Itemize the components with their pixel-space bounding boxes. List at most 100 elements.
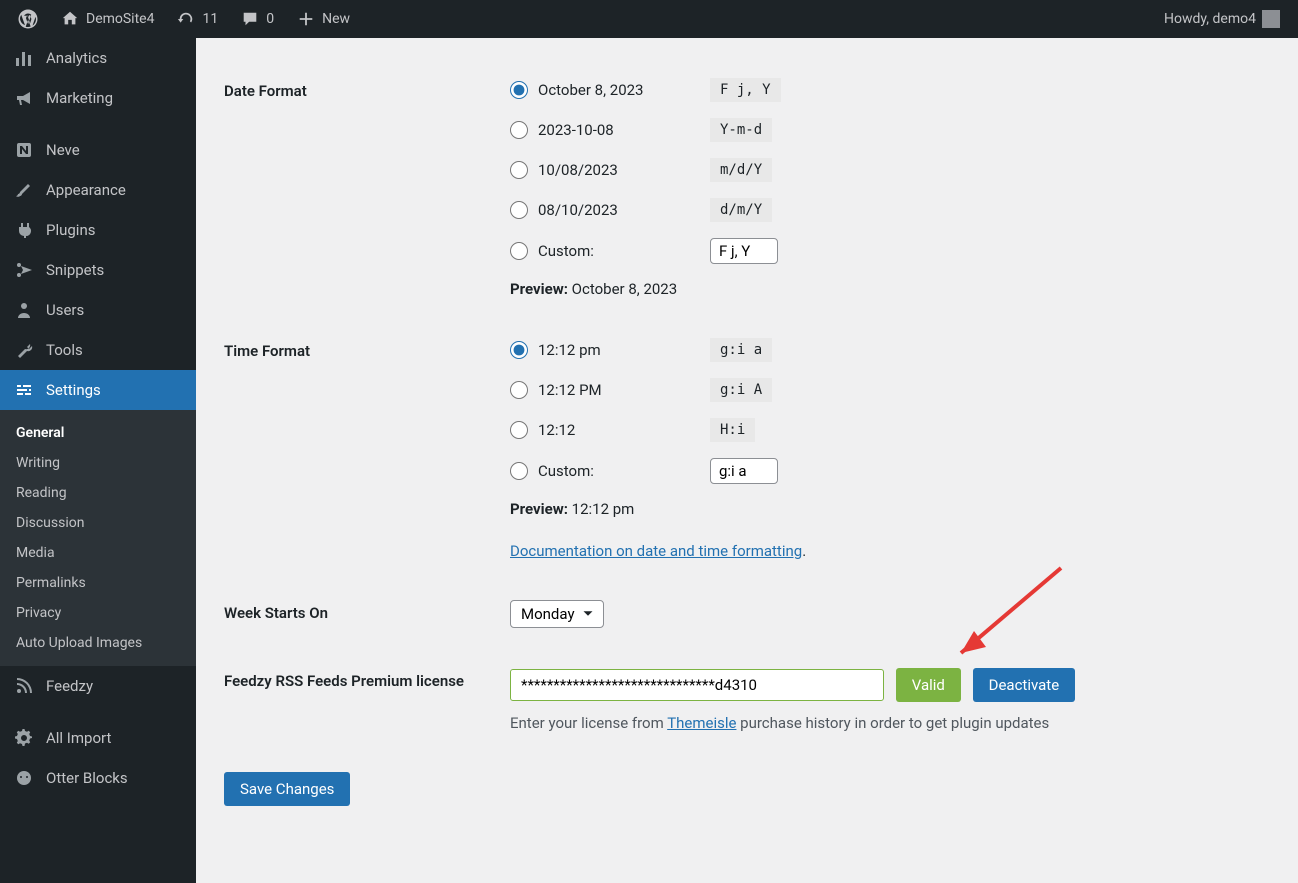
submenu-permalinks[interactable]: Permalinks [0,568,196,598]
admin-bar: DemoSite4 11 0 New Howdy, demo4 [0,0,1298,38]
sidebar-item-appearance[interactable]: Appearance [0,170,196,210]
rss-icon [14,676,34,696]
date-custom-input[interactable] [710,238,778,264]
admin-bar-left: DemoSite4 11 0 New [10,0,358,38]
new-label: New [322,11,350,27]
settings-form: Date Format October 8, 2023F j, Y 2023-1… [224,58,1270,752]
sidebar-item-snippets[interactable]: Snippets [0,250,196,290]
sidebar-item-allimport[interactable]: All Import [0,718,196,758]
date-radio-2[interactable] [510,161,528,179]
comments-count: 0 [266,11,274,27]
deactivate-button[interactable]: Deactivate [973,668,1076,702]
doc-link[interactable]: Documentation on date and time formattin… [510,542,802,560]
brush-icon [14,180,34,200]
time-opt-code: g:i a [710,338,772,362]
submenu-general[interactable]: General [0,418,196,448]
date-opt-code: d/m/Y [710,198,772,222]
sidebar-item-settings[interactable]: Settings [0,370,196,410]
date-opt-label: 2023-10-08 [538,121,614,139]
time-opt-custom[interactable]: Custom: [510,462,710,480]
submenu-reading[interactable]: Reading [0,478,196,508]
time-opt-code: H:i [710,418,755,442]
date-opt-3[interactable]: 08/10/2023 [510,201,710,219]
submenu-media[interactable]: Media [0,538,196,568]
sliders-icon [14,380,34,400]
date-opt-2[interactable]: 10/08/2023 [510,161,710,179]
sidebar-item-neve[interactable]: Neve [0,130,196,170]
submenu-auto-upload[interactable]: Auto Upload Images [0,628,196,658]
time-custom-input[interactable] [710,458,778,484]
themeisle-link[interactable]: Themeisle [667,714,736,732]
date-format-heading: Date Format [224,58,500,318]
sidebar-item-analytics[interactable]: Analytics [0,38,196,78]
howdy-text: Howdy, demo4 [1164,11,1256,27]
comments[interactable]: 0 [232,0,282,38]
updates[interactable]: 11 [168,0,226,38]
date-radio-custom[interactable] [510,242,528,260]
submenu-writing[interactable]: Writing [0,448,196,478]
time-radio-custom[interactable] [510,462,528,480]
new-content[interactable]: New [288,0,358,38]
settings-content: Date Format October 8, 2023F j, Y 2023-1… [196,38,1298,883]
date-custom-label: Custom: [538,242,594,260]
time-format-heading: Time Format [224,318,500,580]
wrench-icon [14,340,34,360]
settings-submenu: General Writing Reading Discussion Media… [0,410,196,666]
time-opt-0[interactable]: 12:12 pm [510,341,710,359]
plug-icon [14,220,34,240]
avatar-icon [1262,10,1280,28]
sidebar-item-tools[interactable]: Tools [0,330,196,370]
refresh-icon [176,9,196,29]
time-opt-label: 12:12 [538,421,575,439]
scissors-icon [14,260,34,280]
sidebar-item-users[interactable]: Users [0,290,196,330]
doc-period: . [802,542,806,560]
date-radio-3[interactable] [510,201,528,219]
submenu-privacy[interactable]: Privacy [0,598,196,628]
sidebar-item-otter[interactable]: Otter Blocks [0,758,196,798]
account[interactable]: Howdy, demo4 [1156,0,1288,38]
plus-icon [296,9,316,29]
updates-count: 11 [202,11,218,27]
date-opt-0[interactable]: October 8, 2023 [510,81,710,99]
sidebar-item-label: Neve [46,141,80,159]
sidebar-item-feedzy[interactable]: Feedzy [0,666,196,706]
date-opt-1[interactable]: 2023-10-08 [510,121,710,139]
date-opt-custom[interactable]: Custom: [510,242,710,260]
save-button[interactable]: Save Changes [224,772,350,806]
time-opt-2[interactable]: 12:12 [510,421,710,439]
date-opt-label: 10/08/2023 [538,161,618,179]
license-heading: Feedzy RSS Feeds Premium license [224,648,500,752]
week-select[interactable]: Monday [510,600,604,628]
valid-button[interactable]: Valid [896,668,961,702]
chart-icon [14,48,34,68]
time-opt-code: g:i A [710,378,772,402]
sidebar-item-label: Analytics [46,49,107,67]
site-name[interactable]: DemoSite4 [52,0,162,38]
sidebar-item-label: Appearance [46,181,126,199]
neve-icon [14,140,34,160]
date-preview-label: Preview: [510,280,568,298]
user-icon [14,300,34,320]
sidebar-item-label: Otter Blocks [46,769,128,787]
sidebar-item-label: Snippets [46,261,104,279]
time-opt-1[interactable]: 12:12 PM [510,381,710,399]
submenu-discussion[interactable]: Discussion [0,508,196,538]
wp-logo[interactable] [10,0,46,38]
time-opt-label: 12:12 pm [538,341,601,359]
sidebar-item-marketing[interactable]: Marketing [0,78,196,118]
date-opt-code: m/d/Y [710,158,772,182]
sidebar-item-plugins[interactable]: Plugins [0,210,196,250]
date-radio-1[interactable] [510,121,528,139]
time-preview-value: 12:12 pm [572,500,635,518]
date-opt-code: F j, Y [710,78,781,102]
site-name-label: DemoSite4 [86,11,154,27]
time-radio-2[interactable] [510,421,528,439]
megaphone-icon [14,88,34,108]
date-radio-0[interactable] [510,81,528,99]
time-radio-0[interactable] [510,341,528,359]
license-input[interactable] [510,669,884,701]
week-heading: Week Starts On [224,580,500,648]
home-icon [60,9,80,29]
time-radio-1[interactable] [510,381,528,399]
